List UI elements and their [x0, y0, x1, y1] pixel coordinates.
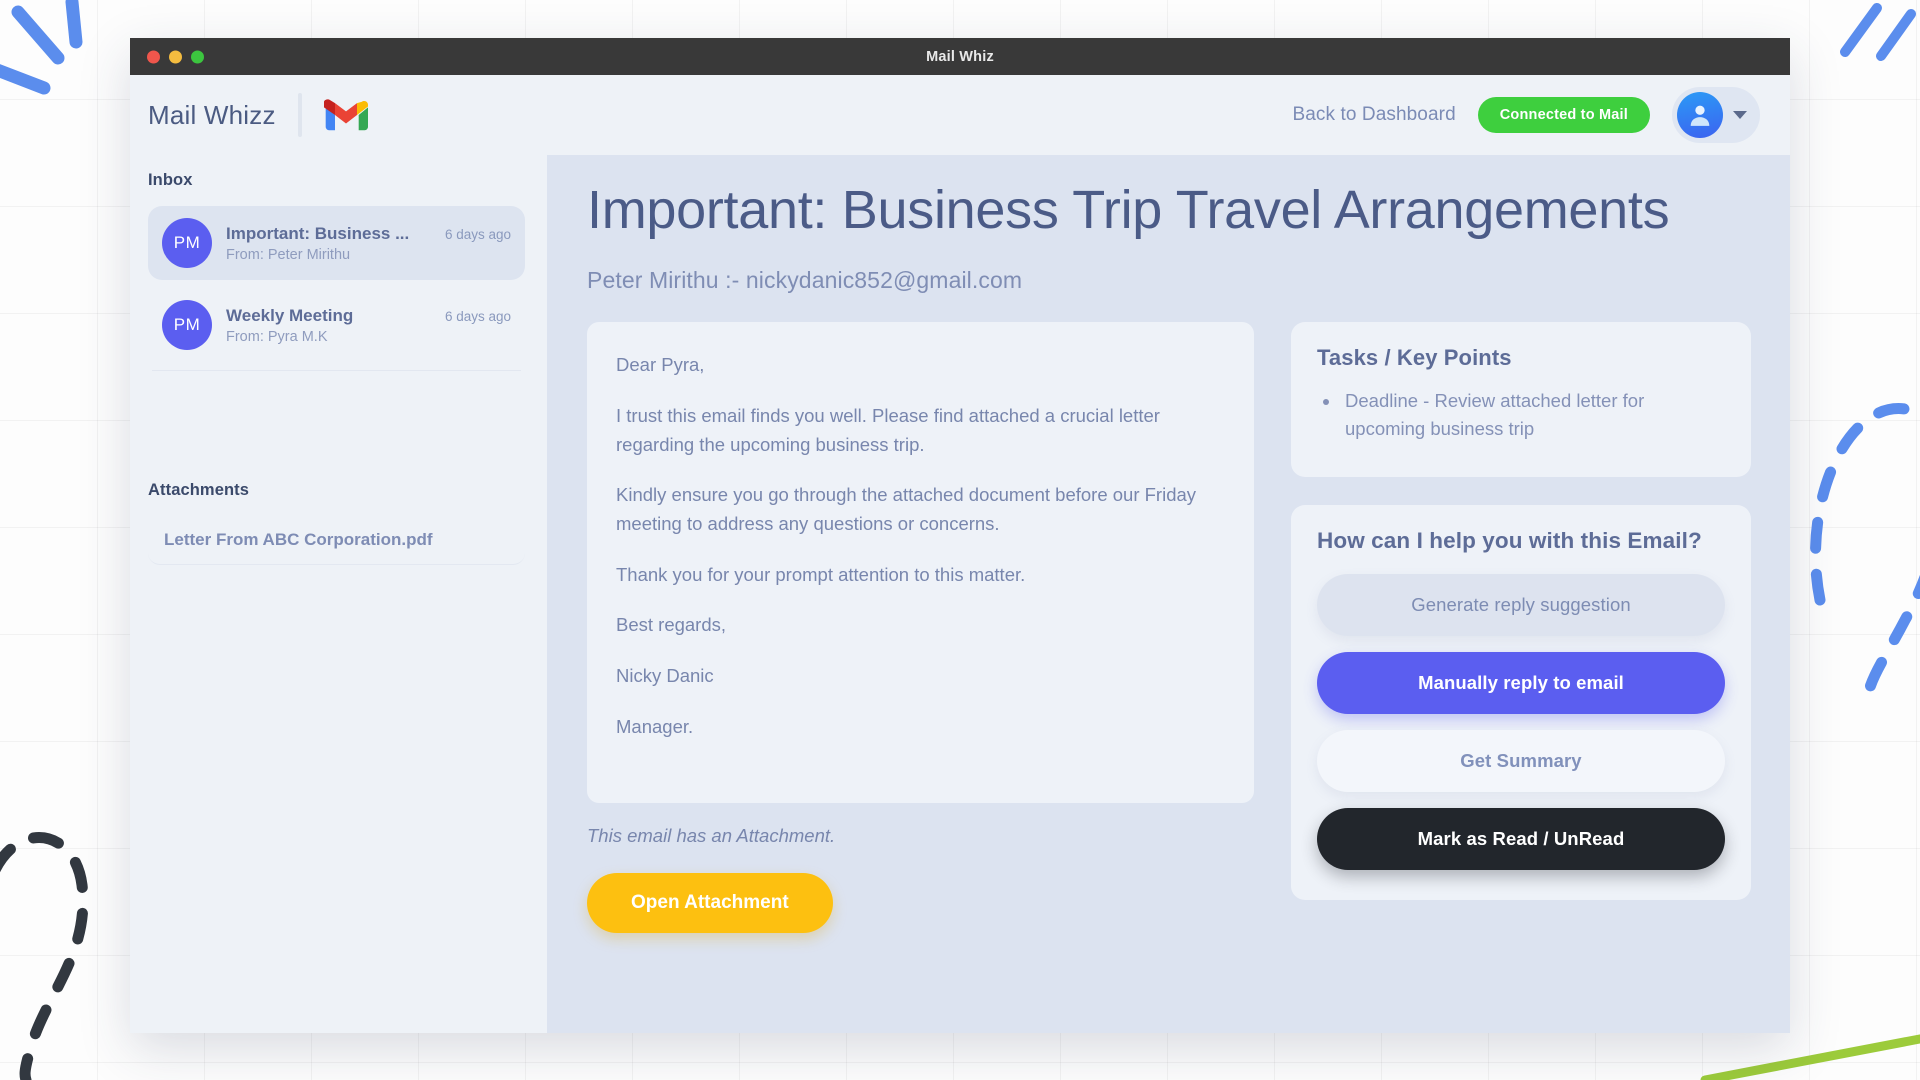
decoration-green-line-bottom-right: [1700, 1034, 1920, 1080]
attachments-heading: Attachments: [148, 481, 250, 499]
inbox-heading: Inbox: [148, 171, 193, 189]
topbar-actions: Back to Dashboard Connected to Mail: [1292, 87, 1760, 143]
user-avatar-icon: [1677, 92, 1723, 138]
attachment-item[interactable]: Letter From ABC Corporation.pdf: [148, 516, 525, 565]
chevron-down-icon: [1733, 111, 1747, 119]
decoration-dashed-loop-right: [1810, 403, 1920, 700]
tasks-key-points-card: Tasks / Key Points Deadline - Review att…: [1291, 322, 1751, 477]
list-divider: [152, 370, 521, 371]
gmail-logo-icon: [323, 98, 368, 132]
app-window: Mail Whiz Mail Whizz Back to Dashboard C…: [130, 38, 1790, 1033]
user-menu-button[interactable]: [1672, 87, 1760, 143]
generate-reply-suggestion-button[interactable]: Generate reply suggestion: [1317, 573, 1725, 636]
connected-to-mail-badge[interactable]: Connected to Mail: [1477, 97, 1650, 133]
email-paragraph: Kindly ensure you go through the attache…: [616, 484, 1197, 534]
mail-text: Important: Business ... 6 days ago From:…: [226, 224, 511, 263]
mail-subject: Important: Business ...: [226, 223, 410, 243]
get-summary-button[interactable]: Get Summary: [1317, 729, 1725, 792]
decoration-dashed-loop-bottom-left: [0, 832, 89, 1080]
tasks-card-title: Tasks / Key Points: [1317, 345, 1512, 371]
attachments-section: Attachments Letter From ABC Corporation.…: [148, 481, 525, 565]
brand-area: Mail Whizz: [148, 93, 368, 137]
email-body-card: Dear Pyra, I trust this email finds you …: [587, 322, 1254, 804]
mail-text: Weekly Meeting 6 days ago From: Pyra M.K: [226, 306, 511, 345]
list-item[interactable]: PM Important: Business ... 6 days ago Fr…: [148, 206, 525, 280]
assistant-card-title: How can I help you with this Email?: [1317, 527, 1702, 553]
manually-reply-to-email-button[interactable]: Manually reply to email: [1317, 651, 1725, 714]
decoration-blue-strokes-top-right: [1840, 3, 1916, 61]
email-detail-panel: Important: Business Trip Travel Arrangem…: [547, 155, 1790, 1033]
email-paragraph: Thank you for your prompt attention to t…: [616, 563, 1026, 585]
mail-subject: Weekly Meeting: [226, 305, 354, 325]
window-traffic-lights: [147, 50, 204, 63]
mail-sender: From: Peter Mirithu: [226, 246, 351, 263]
close-window-button[interactable]: [147, 50, 160, 63]
decoration-blue-strokes-top-left: [0, 0, 83, 95]
app-topbar: Mail Whizz Back to Dashboard Connected t…: [130, 75, 1790, 155]
mail-row-top: Weekly Meeting 6 days ago: [226, 306, 511, 326]
brand-divider: [297, 93, 302, 137]
app-brand-name: Mail Whizz: [148, 99, 276, 130]
assistant-actions-card: How can I help you with this Email? Gene…: [1291, 504, 1751, 900]
window-titlebar: Mail Whiz: [130, 38, 1790, 75]
window-title: Mail Whiz: [926, 48, 994, 65]
avatar: PM: [162, 218, 212, 268]
content-columns: Dear Pyra, I trust this email finds you …: [587, 322, 1756, 934]
email-paragraph: I trust this email finds you well. Pleas…: [616, 404, 1160, 455]
mail-time: 6 days ago: [444, 226, 511, 242]
assistant-column: Tasks / Key Points Deadline - Review att…: [1291, 322, 1751, 933]
list-item[interactable]: PM Weekly Meeting 6 days ago From: Pyra …: [148, 288, 525, 362]
mark-as-read-unread-button[interactable]: Mark as Read / UnRead: [1317, 807, 1725, 870]
email-sender-line: Peter Mirithu :- nickydanic852@gmail.com: [587, 267, 1023, 294]
sidebar: Inbox PM Important: Business ... 6 days …: [130, 155, 547, 1033]
avatar: PM: [162, 300, 212, 350]
mail-sender: From: Pyra M.K: [226, 328, 328, 345]
attachment-note: This email has an Attachment.: [587, 825, 836, 847]
minimize-window-button[interactable]: [169, 50, 182, 63]
app-body: Inbox PM Important: Business ... 6 days …: [130, 155, 1790, 1033]
back-to-dashboard-link[interactable]: Back to Dashboard: [1292, 104, 1455, 126]
email-body-column: Dear Pyra, I trust this email finds you …: [587, 322, 1254, 934]
open-attachment-button[interactable]: Open Attachment: [587, 873, 833, 934]
email-paragraph: Best regards,: [616, 614, 727, 636]
email-paragraph: Dear Pyra,: [616, 354, 705, 376]
email-paragraph: Manager.: [616, 715, 694, 737]
email-paragraph: Nicky Danic: [616, 664, 714, 686]
page-background: Mail Whiz Mail Whizz Back to Dashboard C…: [0, 0, 1920, 1080]
page-title: Important: Business Trip Travel Arrangem…: [587, 180, 1670, 240]
mail-time: 6 days ago: [444, 308, 511, 324]
mail-row-top: Important: Business ... 6 days ago: [226, 224, 511, 244]
task-item: Deadline - Review attached letter for up…: [1341, 387, 1725, 443]
maximize-window-button[interactable]: [191, 50, 204, 63]
tasks-list: Deadline - Review attached letter for up…: [1341, 387, 1725, 443]
